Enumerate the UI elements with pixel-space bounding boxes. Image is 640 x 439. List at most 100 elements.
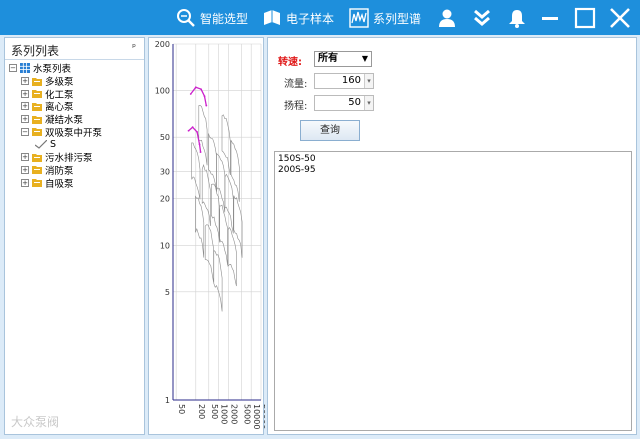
y-tick-label: 5 [165, 288, 170, 297]
highlight-series-point [194, 86, 197, 89]
folder-icon [32, 179, 42, 188]
folder-icon [32, 153, 42, 162]
performance-curve [227, 227, 237, 287]
result-item[interactable]: 150S-50 [278, 154, 628, 165]
series-list-title: 系列列表 [11, 44, 60, 58]
top-toolbar: 智能选型 电子样本 系列型谱 [0, 0, 640, 35]
user-icon [439, 9, 455, 27]
highlight-series-point [205, 104, 208, 107]
pin-icon[interactable]: ᵖ [132, 43, 136, 53]
tree-item[interactable]: + 消防泵 [5, 164, 144, 177]
y-tick-label: 50 [160, 133, 170, 142]
tree-item[interactable]: + 化工泵 [5, 87, 144, 101]
speed-label: 转速: [278, 57, 302, 68]
tree-item[interactable]: + 自吸泵 [5, 176, 144, 190]
flow-label: 流量: [284, 79, 308, 90]
nav-series-spectrum-label: 系列型谱 [373, 11, 422, 26]
tree-item-label: 双吸泵中开泵 [45, 127, 103, 139]
query-button[interactable]: 查询 [300, 120, 360, 141]
result-item[interactable]: 200S-95 [278, 165, 628, 176]
close-button[interactable] [607, 5, 633, 31]
maximize-button[interactable] [572, 5, 598, 31]
collapse-icon[interactable]: − [21, 127, 29, 136]
performance-curve [204, 224, 214, 283]
nav-smart-selection-label: 智能选型 [200, 11, 249, 26]
bell-icon [509, 10, 525, 28]
watermark: 大众泵阀 [11, 415, 60, 429]
nav-series-spectrum[interactable]: 系列型谱 [349, 7, 421, 29]
performance-curve [216, 152, 226, 213]
highlight-series-point [198, 143, 201, 146]
y-tick-label: 10 [160, 241, 170, 250]
expand-icon[interactable]: + [21, 102, 29, 111]
series-list-panel: 系列列表 ᵖ − 水泵列表 + 多级泵 + 化工泵 + 离心泵 + 凝结水泵 − 双吸泵中开泵 S +… [4, 37, 145, 435]
y-tick-label: 200 [155, 40, 170, 49]
expand-icon[interactable]: + [21, 153, 29, 162]
highlight-series-point [196, 131, 199, 133]
folder-icon [32, 115, 42, 124]
collapse-icon[interactable]: − [9, 64, 17, 73]
head-label: 扬程: [284, 101, 308, 112]
performance-curve [213, 249, 223, 312]
y-tick-label: 1 [165, 396, 170, 405]
expand-icon[interactable]: + [21, 89, 29, 98]
speed-select[interactable]: 所有 ▼ [314, 51, 372, 67]
flow-spinner-icon[interactable]: ▾ [364, 74, 373, 88]
performance-curve [198, 105, 208, 166]
tree-item-label: S [50, 138, 57, 150]
expand-icon[interactable]: + [21, 178, 29, 187]
tree-item[interactable]: S [5, 138, 144, 151]
x-tick-label: 500 [210, 404, 219, 419]
x-tick-label: 1000 [220, 404, 229, 424]
flow-input-value: 160 [341, 75, 361, 86]
highlight-series-point [187, 129, 190, 132]
tree-root[interactable]: − 水泵列表 [5, 62, 144, 75]
performance-curve [208, 133, 217, 192]
highlight-series-point [200, 88, 202, 91]
pump-tree: − 水泵列表 + 多级泵 + 化工泵 + 离心泵 + 凝结水泵 − 双吸泵中开泵 S + 污水排污泵 + 消… [5, 62, 144, 190]
performance-curve [201, 163, 211, 227]
performance-curve [224, 173, 234, 234]
tree-item[interactable]: + 凝结水泵 [5, 113, 144, 126]
head-spinner-icon[interactable]: ▾ [364, 96, 373, 110]
series-list-header: 系列列表 ᵖ [5, 38, 144, 60]
collapse-button[interactable] [469, 5, 495, 31]
folder-icon [32, 90, 42, 99]
performance-curve [195, 195, 205, 258]
folder-icon [32, 166, 42, 175]
notifications-button[interactable] [504, 5, 530, 31]
tree-item[interactable]: − 双吸泵中开泵 [5, 125, 144, 139]
x-tick-label: 20000 [262, 404, 265, 429]
expand-icon[interactable]: + [21, 77, 29, 86]
user-button[interactable] [434, 5, 460, 31]
folder-icon [32, 102, 42, 111]
zoom-search-icon [177, 9, 195, 27]
highlight-series-point [191, 126, 194, 129]
highlight-series-point [203, 95, 206, 98]
tree-item[interactable]: + 离心泵 [5, 100, 144, 113]
minimize-button[interactable] [537, 5, 563, 31]
check-icon [35, 139, 47, 149]
highlight-series-point [199, 151, 202, 154]
nav-smart-selection[interactable]: 智能选型 [176, 7, 248, 29]
x-tick-label: 5000 [242, 404, 251, 424]
expand-icon[interactable]: + [21, 115, 29, 124]
expand-icon[interactable]: + [21, 165, 29, 174]
y-tick-label: 20 [160, 195, 170, 204]
grid-icon [20, 63, 30, 74]
double-chevron-down-icon [474, 9, 490, 26]
close-icon [610, 8, 630, 28]
tree-item[interactable]: + 多级泵 [5, 75, 144, 88]
dropdown-arrow-icon: ▼ [361, 54, 368, 63]
tree-item-label: 自吸泵 [45, 178, 74, 190]
tree-item[interactable]: + 污水排污泵 [5, 151, 144, 164]
performance-curve [233, 195, 243, 258]
y-tick-label: 100 [155, 87, 170, 96]
nav-electronic-sample-label: 电子样本 [286, 11, 335, 26]
results-list[interactable]: 150S-50 200S-95 [274, 151, 632, 431]
y-tick-label: 30 [160, 167, 170, 176]
head-input[interactable]: 50 ▾ [314, 95, 374, 111]
maximize-icon [574, 7, 596, 29]
flow-input[interactable]: 160 ▾ [314, 73, 374, 89]
nav-electronic-sample[interactable]: 电子样本 [262, 7, 334, 29]
